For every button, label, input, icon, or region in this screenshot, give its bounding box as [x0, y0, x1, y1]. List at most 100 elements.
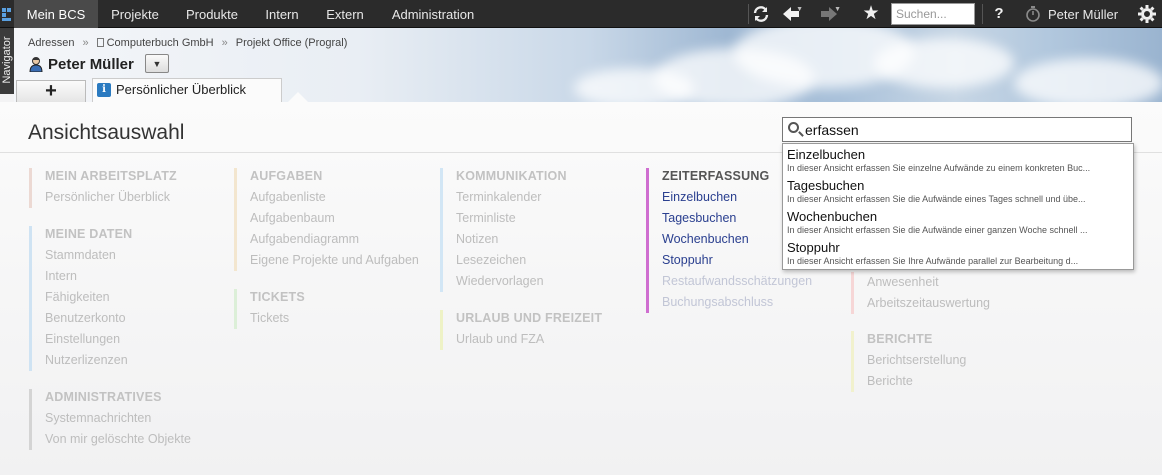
- suggestion-title: Stoppuhr: [787, 240, 840, 255]
- view-link[interactable]: Anwesenheit: [867, 272, 990, 293]
- document-icon: [96, 38, 104, 47]
- group-heading: AUFGABEN: [250, 169, 323, 183]
- view-link[interactable]: Systemnachrichten: [45, 408, 191, 429]
- context-header: Adressen » Computerbuch GmbH » Projekt Offic…: [14, 28, 1162, 102]
- view-link[interactable]: Aufgabenliste: [250, 187, 419, 208]
- help-icon[interactable]: ?: [986, 0, 1012, 28]
- current-user-name[interactable]: Peter Müller: [1048, 0, 1118, 28]
- group-aufgaben: AUFGABEN Aufgabenliste Aufgabenbaum Aufg…: [234, 168, 419, 271]
- global-search-input[interactable]: Suchen...: [891, 3, 975, 25]
- person-name: Peter Müller: [48, 56, 134, 73]
- breadcrumb: Adressen » Computerbuch GmbH » Projekt Offic…: [28, 37, 347, 49]
- nav-tab-intern[interactable]: Intern: [252, 0, 312, 28]
- view-link[interactable]: Terminkalender: [456, 187, 567, 208]
- view-link[interactable]: Lesezeichen: [456, 250, 567, 271]
- suggestion-title: Tagesbuchen: [787, 178, 865, 193]
- tab-label: Persönlicher Überblick: [116, 82, 247, 97]
- star-icon[interactable]: ★: [858, 0, 884, 28]
- view-link[interactable]: Notizen: [456, 229, 567, 250]
- group-urlaub-und-freizeit: URLAUB UND FREIZEIT Urlaub und FZA: [440, 310, 602, 350]
- top-navigation-bar: Mein BCS Projekte Produkte Intern Extern…: [0, 0, 1162, 28]
- view-link[interactable]: Aufgabendiagramm: [250, 229, 419, 250]
- breadcrumb-separator-icon: »: [221, 37, 228, 49]
- nav-tab-produkte[interactable]: Produkte: [172, 0, 252, 28]
- app-logo-icon[interactable]: [0, 0, 14, 28]
- navigator-label: Navigator: [1, 36, 13, 84]
- group-berichte: BERICHTE Berichtserstellung Berichte: [851, 331, 966, 392]
- person-icon: [28, 56, 44, 73]
- group-heading: MEIN ARBEITSPLATZ: [45, 169, 177, 183]
- group-anwesenheit: Anwesenheit Arbeitszeitauswertung: [851, 272, 990, 314]
- view-link[interactable]: Berichte: [867, 371, 966, 392]
- view-link[interactable]: Urlaub und FZA: [456, 329, 602, 350]
- nav-tab-extern[interactable]: Extern: [312, 0, 378, 28]
- group-heading: ADMINISTRATIVES: [45, 390, 162, 404]
- suggestion-item[interactable]: Wochenbuchen In dieser Ansicht erfassen …: [783, 208, 1133, 239]
- suggestion-item[interactable]: Tagesbuchen In dieser Ansicht erfassen S…: [783, 177, 1133, 208]
- gear-icon[interactable]: [1134, 0, 1160, 28]
- view-link[interactable]: Benutzerkonto: [45, 308, 132, 329]
- view-link[interactable]: Einstellungen: [45, 329, 132, 350]
- group-meine-daten: MEINE DATEN Stammdaten Intern Fähigkeite…: [29, 226, 132, 371]
- tab-pointer: [288, 92, 308, 102]
- view-link[interactable]: Buchungsabschluss: [662, 292, 812, 313]
- suggestion-description: In dieser Ansicht erfassen Sie die Aufwä…: [787, 194, 1086, 204]
- refresh-icon[interactable]: [748, 0, 774, 28]
- group-heading: TICKETS: [250, 290, 305, 304]
- group-heading: BERICHTE: [867, 332, 933, 346]
- forward-arrow-icon[interactable]: ▼: [816, 0, 842, 28]
- view-link[interactable]: Persönlicher Überblick: [45, 187, 177, 208]
- search-suggestions-dropdown: Einzelbuchen In dieser Ansicht erfassen …: [782, 143, 1134, 270]
- tab-persoenlicher-ueberblick[interactable]: i Persönlicher Überblick: [92, 78, 282, 102]
- view-search-input[interactable]: [805, 120, 1125, 139]
- view-link[interactable]: Nutzerlizenzen: [45, 350, 132, 371]
- nav-tab-administration[interactable]: Administration: [378, 0, 488, 28]
- group-heading: URLAUB UND FREIZEIT: [456, 311, 603, 325]
- view-link[interactable]: Terminliste: [456, 208, 567, 229]
- suggestion-title: Wochenbuchen: [787, 209, 878, 224]
- suggestion-description: In dieser Ansicht erfassen Sie einzelne …: [787, 163, 1091, 173]
- page-title: Ansichtsauswahl: [28, 121, 185, 144]
- nav-tab-mein-bcs[interactable]: Mein BCS: [14, 0, 98, 28]
- view-link[interactable]: Fähigkeiten: [45, 287, 132, 308]
- view-link[interactable]: Wiedervorlagen: [456, 271, 567, 292]
- suggestion-description: In dieser Ansicht erfassen Sie die Aufwä…: [787, 225, 1088, 235]
- view-link[interactable]: Eigene Projekte und Aufgaben: [250, 250, 419, 271]
- group-heading: MEINE DATEN: [45, 227, 133, 241]
- view-link[interactable]: Tickets: [250, 308, 305, 329]
- view-link[interactable]: Berichtserstellung: [867, 350, 966, 371]
- group-mein-arbeitsplatz: MEIN ARBEITSPLATZ Persönlicher Überblick: [29, 168, 177, 208]
- group-administratives: ADMINISTRATIVES Systemnachrichten Von mi…: [29, 389, 191, 450]
- suggestion-item[interactable]: Stoppuhr In dieser Ansicht erfassen Sie …: [783, 239, 1133, 270]
- nav-tab-projekte[interactable]: Projekte: [98, 0, 172, 28]
- view-link[interactable]: Stammdaten: [45, 245, 132, 266]
- add-tab-button[interactable]: +: [16, 80, 86, 102]
- view-link[interactable]: Von mir gelöschte Objekte: [45, 429, 191, 450]
- chevron-down-icon: ▼: [152, 59, 162, 69]
- suggestion-title: Einzelbuchen: [787, 147, 866, 162]
- forward-dropdown-icon[interactable]: ▼: [834, 0, 841, 24]
- breadcrumb-item[interactable]: Computerbuch GmbH: [107, 37, 214, 49]
- breadcrumb-item[interactable]: Projekt Office (Progral): [236, 37, 348, 49]
- group-kommunikation: KOMMUNIKATION Terminkalender Terminliste…: [440, 168, 567, 292]
- person-menu-dropdown[interactable]: ▼: [145, 54, 169, 73]
- view-link[interactable]: Aufgabenbaum: [250, 208, 419, 229]
- suggestion-description: In dieser Ansicht erfassen Sie Ihre Aufw…: [787, 256, 1079, 266]
- group-tickets: TICKETS Tickets: [234, 289, 305, 329]
- person-title: Peter Müller: [28, 55, 134, 75]
- timer-icon[interactable]: [1020, 0, 1046, 28]
- view-search-field[interactable]: [782, 117, 1132, 142]
- view-link[interactable]: Restaufwandsschätzungen: [662, 271, 812, 292]
- info-icon: i: [97, 83, 111, 97]
- breadcrumb-item[interactable]: Adressen: [28, 37, 74, 49]
- navigator-toggle[interactable]: Navigator: [0, 28, 14, 94]
- view-link[interactable]: Intern: [45, 266, 132, 287]
- back-arrow-icon[interactable]: ▼: [778, 0, 804, 28]
- back-dropdown-icon[interactable]: ▼: [796, 0, 803, 24]
- search-icon: [788, 122, 799, 133]
- view-link[interactable]: Arbeitszeitauswertung: [867, 293, 990, 314]
- breadcrumb-separator-icon: »: [82, 37, 89, 49]
- toolbar-separator: [982, 4, 983, 24]
- group-heading: KOMMUNIKATION: [456, 169, 567, 183]
- suggestion-item[interactable]: Einzelbuchen In dieser Ansicht erfassen …: [783, 146, 1133, 177]
